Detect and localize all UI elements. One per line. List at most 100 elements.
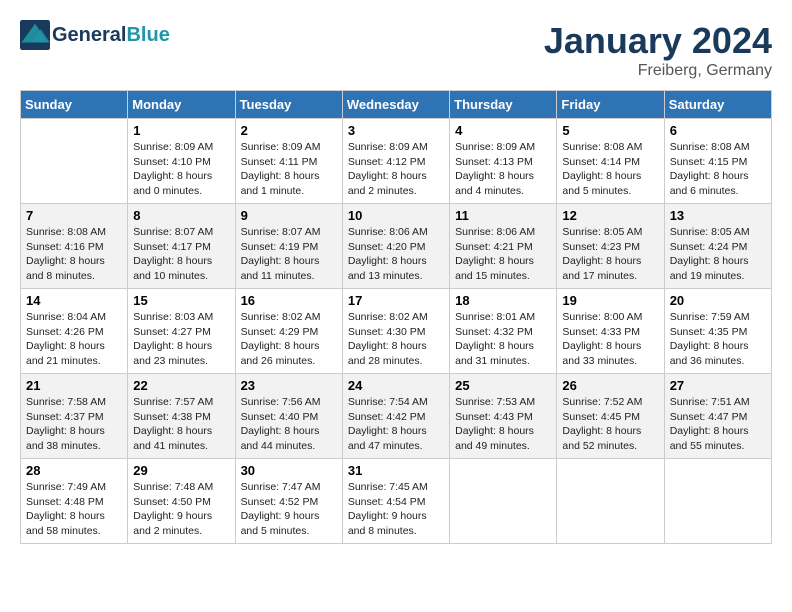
day-info: Sunrise: 7:56 AMSunset: 4:40 PMDaylight:… <box>241 395 337 454</box>
day-number: 16 <box>241 293 337 308</box>
calendar-cell: 6 Sunrise: 8:08 AMSunset: 4:15 PMDaylight… <box>664 119 771 204</box>
header-day-saturday: Saturday <box>664 91 771 119</box>
day-number: 19 <box>562 293 658 308</box>
title-block: January 2024 Freiberg, Germany <box>544 20 772 80</box>
calendar-cell: 21Sunrise: 7:58 AMSunset: 4:37 PMDayligh… <box>21 374 128 459</box>
calendar-cell: 29 Sunrise: 7:48 AMSunset: 4:50 PMDayligh… <box>128 459 235 544</box>
day-info: Sunrise: 7:45 AMSunset: 4:54 PMDaylight:… <box>348 480 444 539</box>
day-number: 24 <box>348 378 444 393</box>
day-number: 4 <box>455 123 551 138</box>
logo: GeneralBlue <box>20 20 170 50</box>
day-number: 1 <box>133 123 229 138</box>
day-info: Sunrise: 8:06 AMSunset: 4:21 PMDaylight:… <box>455 225 551 284</box>
calendar-body: 1 Sunrise: 8:09 AMSunset: 4:10 PMDaylight… <box>21 119 772 544</box>
day-number: 23 <box>241 378 337 393</box>
day-info: Sunrise: 8:07 AMSunset: 4:17 PMDaylight:… <box>133 225 229 284</box>
logo-icon <box>20 20 50 50</box>
day-number: 29 <box>133 463 229 478</box>
day-info: Sunrise: 8:02 AMSunset: 4:29 PMDaylight:… <box>241 310 337 369</box>
header-day-sunday: Sunday <box>21 91 128 119</box>
calendar-cell: 8 Sunrise: 8:07 AMSunset: 4:17 PMDaylight… <box>128 204 235 289</box>
calendar-cell: 31 Sunrise: 7:45 AMSunset: 4:54 PMDayligh… <box>342 459 449 544</box>
calendar-cell: 9 Sunrise: 8:07 AMSunset: 4:19 PMDaylight… <box>235 204 342 289</box>
day-info: Sunrise: 7:53 AMSunset: 4:43 PMDaylight:… <box>455 395 551 454</box>
header-day-wednesday: Wednesday <box>342 91 449 119</box>
calendar-cell: 1 Sunrise: 8:09 AMSunset: 4:10 PMDaylight… <box>128 119 235 204</box>
day-info: Sunrise: 7:52 AMSunset: 4:45 PMDaylight:… <box>562 395 658 454</box>
day-number: 31 <box>348 463 444 478</box>
calendar-cell: 15 Sunrise: 8:03 AMSunset: 4:27 PMDayligh… <box>128 289 235 374</box>
day-info: Sunrise: 8:00 AMSunset: 4:33 PMDaylight:… <box>562 310 658 369</box>
day-info: Sunrise: 7:49 AMSunset: 4:48 PMDaylight:… <box>26 480 122 539</box>
day-info: Sunrise: 7:48 AMSunset: 4:50 PMDaylight:… <box>133 480 229 539</box>
calendar-cell: 11 Sunrise: 8:06 AMSunset: 4:21 PMDayligh… <box>450 204 557 289</box>
day-info: Sunrise: 8:07 AMSunset: 4:19 PMDaylight:… <box>241 225 337 284</box>
header-day-friday: Friday <box>557 91 664 119</box>
day-info: Sunrise: 8:03 AMSunset: 4:27 PMDaylight:… <box>133 310 229 369</box>
page-header: GeneralBlue January 2024 Freiberg, Germa… <box>20 20 772 80</box>
calendar-cell <box>21 119 128 204</box>
day-number: 27 <box>670 378 766 393</box>
day-info: Sunrise: 8:09 AMSunset: 4:10 PMDaylight:… <box>133 140 229 199</box>
day-info: Sunrise: 7:59 AMSunset: 4:35 PMDaylight:… <box>670 310 766 369</box>
calendar-cell: 28Sunrise: 7:49 AMSunset: 4:48 PMDayligh… <box>21 459 128 544</box>
day-number: 20 <box>670 293 766 308</box>
calendar-cell: 30Sunrise: 7:47 AMSunset: 4:52 PMDayligh… <box>235 459 342 544</box>
calendar-cell: 16 Sunrise: 8:02 AMSunset: 4:29 PMDayligh… <box>235 289 342 374</box>
calendar-cell: 2 Sunrise: 8:09 AMSunset: 4:11 PMDaylight… <box>235 119 342 204</box>
calendar-cell: 18Sunrise: 8:01 AMSunset: 4:32 PMDayligh… <box>450 289 557 374</box>
calendar-cell: 7 Sunrise: 8:08 AMSunset: 4:16 PMDaylight… <box>21 204 128 289</box>
calendar-week-4: 21Sunrise: 7:58 AMSunset: 4:37 PMDayligh… <box>21 374 772 459</box>
calendar-cell: 3Sunrise: 8:09 AMSunset: 4:12 PMDaylight… <box>342 119 449 204</box>
day-info: Sunrise: 8:05 AMSunset: 4:23 PMDaylight:… <box>562 225 658 284</box>
day-number: 11 <box>455 208 551 223</box>
header-day-thursday: Thursday <box>450 91 557 119</box>
day-number: 15 <box>133 293 229 308</box>
calendar-cell: 5 Sunrise: 8:08 AMSunset: 4:14 PMDaylight… <box>557 119 664 204</box>
day-number: 21 <box>26 378 122 393</box>
calendar-cell: 17Sunrise: 8:02 AMSunset: 4:30 PMDayligh… <box>342 289 449 374</box>
calendar-cell <box>664 459 771 544</box>
calendar-week-3: 14Sunrise: 8:04 AMSunset: 4:26 PMDayligh… <box>21 289 772 374</box>
calendar-cell <box>557 459 664 544</box>
day-info: Sunrise: 7:57 AMSunset: 4:38 PMDaylight:… <box>133 395 229 454</box>
day-number: 17 <box>348 293 444 308</box>
day-info: Sunrise: 8:06 AMSunset: 4:20 PMDaylight:… <box>348 225 444 284</box>
calendar-table: SundayMondayTuesdayWednesdayThursdayFrid… <box>20 90 772 544</box>
calendar-cell: 27 Sunrise: 7:51 AMSunset: 4:47 PMDayligh… <box>664 374 771 459</box>
calendar-cell: 26 Sunrise: 7:52 AMSunset: 4:45 PMDayligh… <box>557 374 664 459</box>
day-info: Sunrise: 7:51 AMSunset: 4:47 PMDaylight:… <box>670 395 766 454</box>
day-number: 9 <box>241 208 337 223</box>
calendar-cell: 20 Sunrise: 7:59 AMSunset: 4:35 PMDayligh… <box>664 289 771 374</box>
day-info: Sunrise: 8:04 AMSunset: 4:26 PMDaylight:… <box>26 310 122 369</box>
day-info: Sunrise: 7:54 AMSunset: 4:42 PMDaylight:… <box>348 395 444 454</box>
calendar-header: SundayMondayTuesdayWednesdayThursdayFrid… <box>21 91 772 119</box>
calendar-cell: 4Sunrise: 8:09 AMSunset: 4:13 PMDaylight… <box>450 119 557 204</box>
calendar-week-5: 28Sunrise: 7:49 AMSunset: 4:48 PMDayligh… <box>21 459 772 544</box>
day-number: 8 <box>133 208 229 223</box>
day-number: 2 <box>241 123 337 138</box>
day-number: 30 <box>241 463 337 478</box>
day-number: 7 <box>26 208 122 223</box>
calendar-cell: 24 Sunrise: 7:54 AMSunset: 4:42 PMDayligh… <box>342 374 449 459</box>
calendar-week-2: 7 Sunrise: 8:08 AMSunset: 4:16 PMDaylight… <box>21 204 772 289</box>
month-title: January 2024 <box>544 20 772 62</box>
day-number: 26 <box>562 378 658 393</box>
day-info: Sunrise: 8:08 AMSunset: 4:14 PMDaylight:… <box>562 140 658 199</box>
calendar-cell <box>450 459 557 544</box>
day-number: 6 <box>670 123 766 138</box>
day-info: Sunrise: 8:08 AMSunset: 4:16 PMDaylight:… <box>26 225 122 284</box>
calendar-cell: 25 Sunrise: 7:53 AMSunset: 4:43 PMDayligh… <box>450 374 557 459</box>
day-number: 25 <box>455 378 551 393</box>
day-number: 10 <box>348 208 444 223</box>
day-number: 3 <box>348 123 444 138</box>
calendar-cell: 10 Sunrise: 8:06 AMSunset: 4:20 PMDayligh… <box>342 204 449 289</box>
day-number: 5 <box>562 123 658 138</box>
day-info: Sunrise: 8:08 AMSunset: 4:15 PMDaylight:… <box>670 140 766 199</box>
calendar-cell: 12 Sunrise: 8:05 AMSunset: 4:23 PMDayligh… <box>557 204 664 289</box>
day-info: Sunrise: 8:05 AMSunset: 4:24 PMDaylight:… <box>670 225 766 284</box>
day-info: Sunrise: 8:09 AMSunset: 4:11 PMDaylight:… <box>241 140 337 199</box>
calendar-cell: 19 Sunrise: 8:00 AMSunset: 4:33 PMDayligh… <box>557 289 664 374</box>
day-number: 12 <box>562 208 658 223</box>
calendar-cell: 22Sunrise: 7:57 AMSunset: 4:38 PMDayligh… <box>128 374 235 459</box>
